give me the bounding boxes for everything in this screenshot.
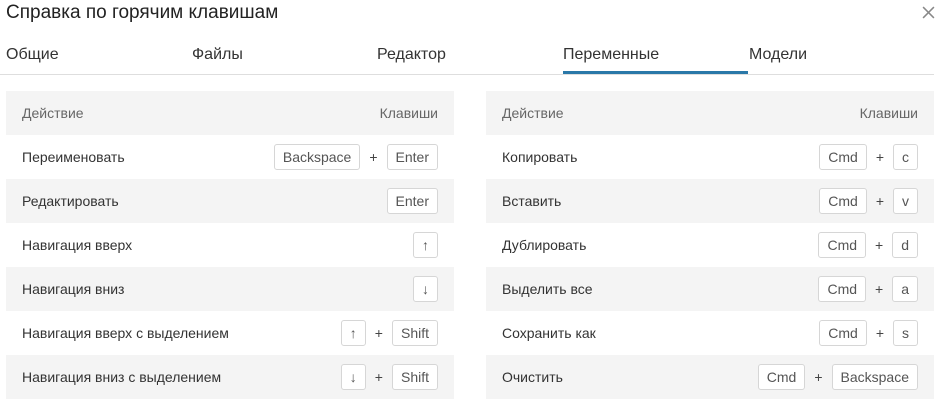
action-label: Копировать xyxy=(502,149,578,165)
table-row: Навигация вверх ↑ xyxy=(6,223,454,267)
key-combo: Cmd + s xyxy=(819,320,918,346)
key-combo: Backspace + Enter xyxy=(273,144,438,170)
arrow-up-key: ↑ xyxy=(340,320,366,346)
action-label: Сохранить как xyxy=(502,325,596,341)
key: Cmd xyxy=(818,232,867,258)
key-combo: ↑ xyxy=(413,232,438,258)
table-row: Очистить Cmd + Backspace xyxy=(486,355,934,399)
action-label: Очистить xyxy=(502,369,563,385)
action-label: Дублировать xyxy=(502,237,587,253)
table-row: Сохранить как Cmd + s xyxy=(486,311,934,355)
table-row: Навигация вверх с выделением ↑ + Shift xyxy=(6,311,454,355)
key: v xyxy=(893,188,918,214)
plus-separator: + xyxy=(814,369,823,385)
header-action: Действие xyxy=(22,105,84,121)
arrow-down-key: ↓ xyxy=(413,276,438,302)
tab-files[interactable]: Файлы xyxy=(192,40,243,73)
shortcut-table-left: Действие Клавиши Переименовать Backspace… xyxy=(6,91,454,399)
action-label: Вставить xyxy=(502,193,562,209)
action-label: Навигация вниз xyxy=(22,281,125,297)
tab-bar: Общие Файлы Редактор Переменные Модели xyxy=(0,40,934,75)
table-row: Копировать Cmd + c xyxy=(486,135,934,179)
key: Enter xyxy=(386,188,438,214)
key-combo: ↑ + Shift xyxy=(340,320,438,346)
action-label: Редактировать xyxy=(22,193,119,209)
arrow-down-key: ↓ xyxy=(340,364,366,390)
tab-editor[interactable]: Редактор xyxy=(377,40,446,73)
key: Enter xyxy=(386,144,438,170)
table-row: Выделить все Cmd + a xyxy=(486,267,934,311)
header-action: Действие xyxy=(502,105,564,121)
key: s xyxy=(893,320,918,346)
key: c xyxy=(893,144,918,170)
table-row: Редактировать Enter xyxy=(6,179,454,223)
action-label: Навигация вверх с выделением xyxy=(22,325,229,341)
key: Cmd xyxy=(819,320,867,346)
header-keys: Клавиши xyxy=(379,105,438,121)
action-label: Переименовать xyxy=(22,149,125,165)
table-row: Дублировать Cmd + d xyxy=(486,223,934,267)
table-header: Действие Клавиши xyxy=(6,91,454,135)
action-label: Навигация вверх xyxy=(22,237,133,253)
action-label: Выделить все xyxy=(502,281,593,297)
plus-separator: + xyxy=(875,237,884,253)
arrow-up-key: ↑ xyxy=(413,232,438,258)
plus-separator: + xyxy=(875,149,884,165)
key-combo: Cmd + v xyxy=(819,188,918,214)
header-keys: Клавиши xyxy=(859,105,918,121)
key: d xyxy=(892,232,918,258)
tab-variables[interactable]: Переменные xyxy=(563,40,748,74)
key-combo: ↓ + Shift xyxy=(340,364,438,390)
table-row: Переименовать Backspace + Enter xyxy=(6,135,454,179)
close-icon xyxy=(922,6,934,18)
shortcut-table-right: Действие Клавиши Копировать Cmd + c Вста… xyxy=(486,91,934,399)
plus-separator: + xyxy=(374,325,383,341)
plus-separator: + xyxy=(369,149,378,165)
key-combo: ↓ xyxy=(413,276,438,302)
table-row: Навигация вниз с выделением ↓ + Shift xyxy=(6,355,454,399)
key-combo: Cmd + c xyxy=(819,144,918,170)
close-button[interactable] xyxy=(919,3,937,21)
plus-separator: + xyxy=(875,325,884,341)
key: Cmd xyxy=(818,276,867,302)
action-label: Навигация вниз с выделением xyxy=(22,369,222,385)
key: Cmd xyxy=(757,364,806,390)
plus-separator: + xyxy=(875,193,884,209)
table-row: Навигация вниз ↓ xyxy=(6,267,454,311)
tab-models[interactable]: Модели xyxy=(749,40,807,73)
key-combo: Cmd + a xyxy=(818,276,918,302)
table-header: Действие Клавиши xyxy=(486,91,934,135)
key: Backspace xyxy=(831,364,918,390)
key: Shift xyxy=(391,364,438,390)
key: a xyxy=(892,276,918,302)
key: Cmd xyxy=(819,188,867,214)
key-combo: Cmd + d xyxy=(818,232,918,258)
key-combo: Enter xyxy=(386,188,438,214)
table-row: Вставить Cmd + v xyxy=(486,179,934,223)
key: Shift xyxy=(391,320,438,346)
plus-separator: + xyxy=(875,281,884,297)
plus-separator: + xyxy=(374,369,383,385)
dialog-title: Справка по горячим клавишам xyxy=(6,2,279,23)
key: Backspace xyxy=(273,144,361,170)
key: Cmd xyxy=(819,144,867,170)
tab-general[interactable]: Общие xyxy=(6,40,59,73)
key-combo: Cmd + Backspace xyxy=(757,364,918,390)
